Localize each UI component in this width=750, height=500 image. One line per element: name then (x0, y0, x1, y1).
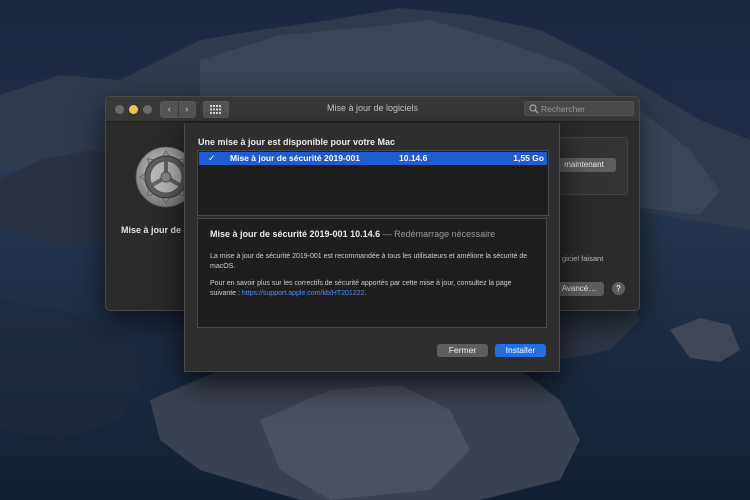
help-button[interactable]: ? (612, 282, 625, 295)
detail-title-main: Mise à jour de sécurité 2019-001 10.14.6 (210, 229, 381, 239)
detail-title-subtitle: — Redémarrage nécessaire (382, 229, 496, 239)
titlebar: ‹ › Mise à jour de logiciels (106, 97, 639, 122)
software-update-label: Mise à jour de (121, 225, 182, 235)
detail-more-info: Pour en savoir plus sur les correctifs d… (210, 279, 530, 298)
update-size: 1,55 Go (513, 153, 544, 163)
update-version: 10.14.6 (399, 153, 428, 163)
update-checkbox[interactable]: ✓ (208, 152, 216, 165)
search-input[interactable] (541, 102, 631, 115)
search-icon (529, 104, 539, 114)
sheet-heading: Une mise à jour est disponible pour votr… (198, 137, 396, 147)
install-button[interactable]: Installer (495, 344, 546, 357)
list-item[interactable]: ✓ Mise à jour de sécurité 2019-001 10.14… (199, 152, 547, 165)
detail-title: Mise à jour de sécurité 2019-001 10.14.6… (210, 229, 495, 239)
support-link[interactable]: https://support.apple.com/kb/HT201222 (242, 290, 365, 297)
update-name: Mise à jour de sécurité 2019-001 (230, 153, 360, 163)
detail-link-suffix: . (364, 289, 367, 297)
advanced-button[interactable]: Avancé… (554, 282, 604, 296)
close-button[interactable]: Fermer (437, 344, 488, 357)
search-field[interactable] (524, 101, 634, 116)
automatic-update-text: giciel faisant (562, 254, 604, 263)
update-detail-panel: Mise à jour de sécurité 2019-001 10.14.6… (197, 218, 547, 328)
update-now-button[interactable]: maintenant (552, 158, 616, 172)
detail-description: La mise à jour de sécurité 2019-001 est … (210, 253, 528, 270)
update-available-sheet: Une mise à jour est disponible pour votr… (184, 123, 560, 372)
update-list: ✓ Mise à jour de sécurité 2019-001 10.14… (197, 150, 549, 216)
